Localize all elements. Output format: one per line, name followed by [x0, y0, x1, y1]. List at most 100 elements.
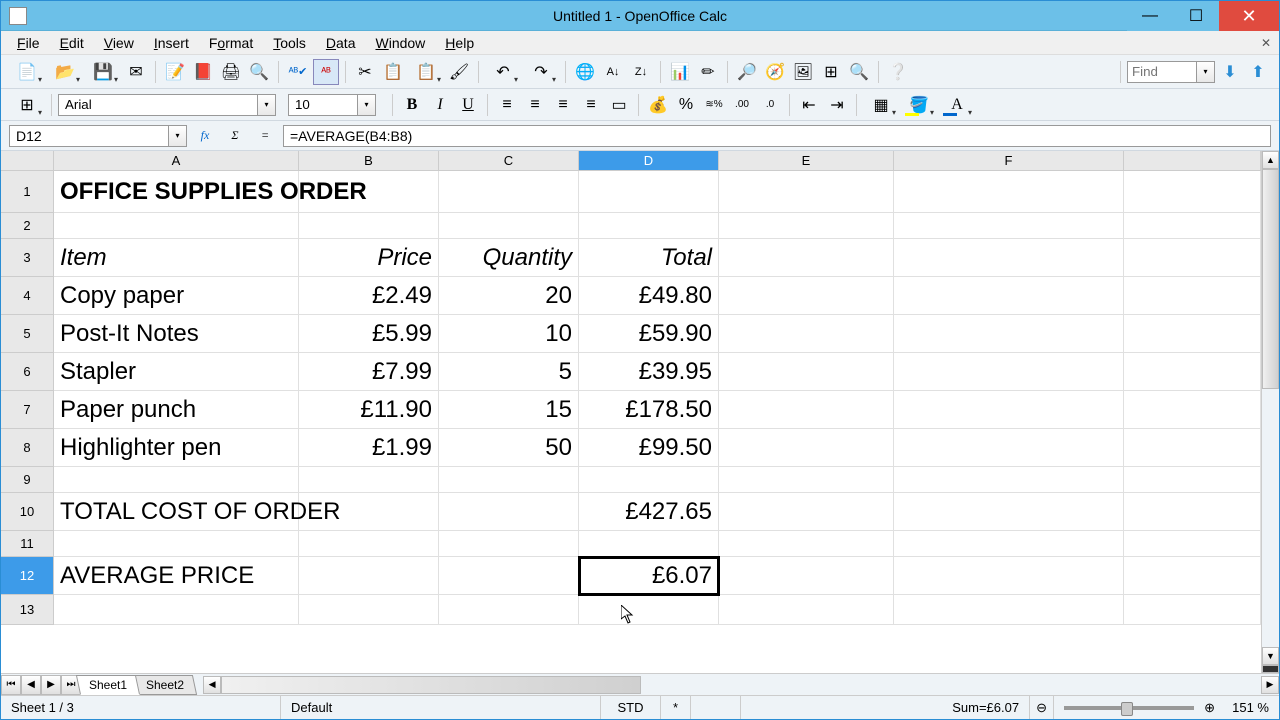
maximize-button[interactable]: ☐ [1173, 1, 1219, 31]
cell-E13[interactable] [719, 595, 894, 625]
menu-help[interactable]: Help [437, 33, 482, 53]
help-button[interactable]: ❔ [885, 59, 911, 85]
cell-E6[interactable] [719, 353, 894, 391]
cell-E2[interactable] [719, 213, 894, 239]
email-button[interactable]: ✉ [123, 59, 149, 85]
cell-C10[interactable] [439, 493, 579, 531]
chart-button[interactable]: 📊 [667, 59, 693, 85]
cell-B12[interactable] [299, 557, 439, 595]
cell-B2[interactable] [299, 213, 439, 239]
cell-F12[interactable] [894, 557, 1124, 595]
cell-B6[interactable]: £7.99 [299, 353, 439, 391]
cell-D3[interactable]: Total [579, 239, 719, 277]
cell-C9[interactable] [439, 467, 579, 493]
cell-E8[interactable] [719, 429, 894, 467]
cell-D11[interactable] [579, 531, 719, 557]
cell-F5[interactable] [894, 315, 1124, 353]
scroll-right-button[interactable]: ▶ [1261, 676, 1279, 694]
status-sum[interactable]: Sum=£6.07 [741, 696, 1030, 719]
row-header-5[interactable]: 5 [1, 315, 54, 353]
cell-reference-input[interactable] [9, 125, 169, 147]
print-button[interactable]: 🖨 [218, 59, 244, 85]
col-header-E[interactable]: E [719, 151, 894, 171]
bgcolor-button[interactable]: 🪣 [901, 92, 937, 118]
cell-C13[interactable] [439, 595, 579, 625]
status-pagestyle[interactable]: Default [281, 696, 601, 719]
hyperlink-button[interactable]: 🌐 [572, 59, 598, 85]
zoom-button[interactable]: 🔍 [846, 59, 872, 85]
split-handle[interactable] [1262, 665, 1279, 673]
row-header-8[interactable]: 8 [1, 429, 54, 467]
status-sheet[interactable]: Sheet 1 / 3 [1, 696, 281, 719]
cell-D13[interactable] [579, 595, 719, 625]
menu-tools[interactable]: Tools [265, 33, 314, 53]
cell-B11[interactable] [299, 531, 439, 557]
tab-prev-button[interactable]: ◀ [21, 675, 41, 695]
sheet-tab-2[interactable]: Sheet2 [133, 675, 197, 695]
cell-A6[interactable]: Stapler [54, 353, 299, 391]
cell-B7[interactable]: £11.90 [299, 391, 439, 429]
align-center-button[interactable]: ≡ [522, 92, 548, 118]
cell-C8[interactable]: 50 [439, 429, 579, 467]
hscroll-track[interactable] [641, 676, 1261, 694]
tab-next-button[interactable]: ▶ [41, 675, 61, 695]
cell-F13[interactable] [894, 595, 1124, 625]
undo-button[interactable]: ↶ [485, 59, 521, 85]
add-decimal-button[interactable]: .00 [729, 92, 755, 118]
vscroll-thumb[interactable] [1262, 169, 1279, 389]
vertical-scrollbar[interactable]: ▲ ▼ [1261, 151, 1279, 673]
status-insert-mode[interactable]: STD [601, 696, 661, 719]
cell-F1[interactable] [894, 171, 1124, 213]
cell-E1[interactable] [719, 171, 894, 213]
formula-input[interactable] [283, 125, 1271, 147]
format-paintbrush-button[interactable]: 🖌 [446, 59, 472, 85]
cell-A5[interactable]: Post-It Notes [54, 315, 299, 353]
cell-C2[interactable] [439, 213, 579, 239]
cell-D12[interactable]: £6.07 [579, 557, 719, 595]
styles-button[interactable]: ⊞ [9, 92, 45, 118]
row-header-3[interactable]: 3 [1, 239, 54, 277]
hscroll-thumb[interactable] [221, 676, 641, 694]
font-size-dropdown[interactable]: ▾ [358, 94, 376, 116]
cell-E12[interactable] [719, 557, 894, 595]
cell-A13[interactable] [54, 595, 299, 625]
cell-C4[interactable]: 20 [439, 277, 579, 315]
fontcolor-button[interactable]: A [939, 92, 975, 118]
cell-D6[interactable]: £39.95 [579, 353, 719, 391]
function-wizard-button[interactable]: fx [193, 125, 217, 147]
cell-A3[interactable]: Item [54, 239, 299, 277]
new-doc-button[interactable]: 📄 [9, 59, 45, 85]
cell-D4[interactable]: £49.80 [579, 277, 719, 315]
row-header-13[interactable]: 13 [1, 595, 54, 625]
sheet-tab-1[interactable]: Sheet1 [76, 675, 140, 695]
cell-F8[interactable] [894, 429, 1124, 467]
cell-A11[interactable] [54, 531, 299, 557]
cell-F11[interactable] [894, 531, 1124, 557]
italic-button[interactable]: I [427, 92, 453, 118]
scroll-left-button[interactable]: ◀ [203, 676, 221, 694]
titlebar[interactable]: Untitled 1 - OpenOffice Calc — ☐ ✕ [1, 1, 1279, 31]
cell-B1[interactable] [299, 171, 439, 213]
currency-button[interactable]: 💰 [645, 92, 671, 118]
open-button[interactable]: 📂 [47, 59, 83, 85]
cell-F2[interactable] [894, 213, 1124, 239]
cell-B10[interactable] [299, 493, 439, 531]
cell-F3[interactable] [894, 239, 1124, 277]
col-header-C[interactable]: C [439, 151, 579, 171]
row-header-6[interactable]: 6 [1, 353, 54, 391]
menu-insert[interactable]: Insert [146, 33, 197, 53]
cell-A12[interactable]: AVERAGE PRICE [54, 557, 299, 595]
cell-C11[interactable] [439, 531, 579, 557]
cell-ref-dropdown[interactable]: ▾ [169, 125, 187, 147]
row-header-1[interactable]: 1 [1, 171, 54, 213]
tab-first-button[interactable]: ⏮ [1, 675, 21, 695]
cell-C7[interactable]: 15 [439, 391, 579, 429]
horizontal-scrollbar[interactable]: ◀ ▶ [203, 676, 1279, 694]
copy-button[interactable]: 📋 [380, 59, 406, 85]
minimize-button[interactable]: — [1127, 1, 1173, 31]
menu-edit[interactable]: Edit [52, 33, 92, 53]
font-size-input[interactable] [288, 94, 358, 116]
decrease-indent-button[interactable]: ⇤ [796, 92, 822, 118]
cell-C1[interactable] [439, 171, 579, 213]
cell-B9[interactable] [299, 467, 439, 493]
